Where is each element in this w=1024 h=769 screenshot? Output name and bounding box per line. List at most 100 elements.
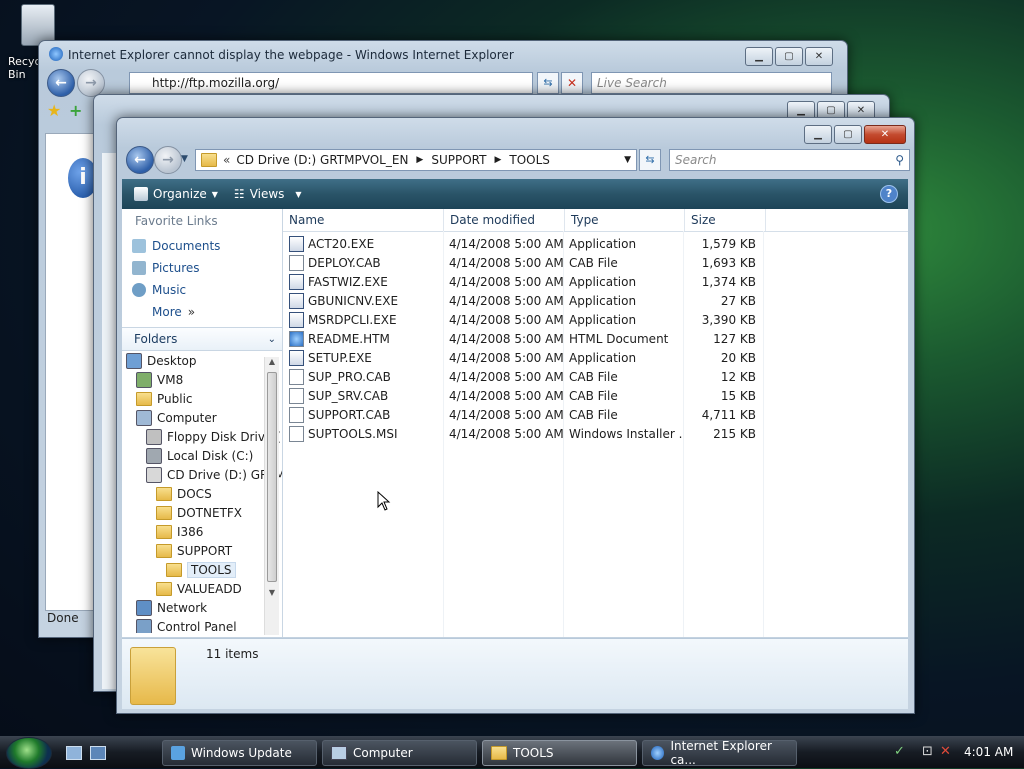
forward-button[interactable]: → bbox=[77, 69, 105, 97]
folder-icon bbox=[491, 746, 507, 760]
tree-item[interactable]: DOCS bbox=[122, 484, 282, 503]
show-desktop-icon[interactable] bbox=[66, 746, 82, 760]
taskbar-button-windows-update[interactable]: Windows Update bbox=[162, 740, 317, 766]
file-row[interactable]: SUP_PRO.CAB 4/14/2008 5:00 AM CAB File 12 K… bbox=[283, 367, 908, 386]
file-icon bbox=[289, 330, 304, 347]
file-row[interactable]: SUP_SRV.CAB 4/14/2008 5:00 AM CAB File 15 K… bbox=[283, 386, 908, 405]
forward-button[interactable]: → bbox=[154, 146, 182, 174]
explorer-window[interactable]: ▁ ▢ ✕ ← → ▼ « CD Drive (D:) GRTMPVOL_EN … bbox=[116, 117, 915, 714]
tree-item[interactable]: VM8 bbox=[122, 370, 276, 389]
favorite-link-music[interactable]: Music bbox=[122, 279, 282, 301]
floppy-icon bbox=[146, 428, 162, 445]
file-row[interactable]: DEPLOY.CAB 4/14/2008 5:00 AM CAB File 1,693… bbox=[283, 253, 908, 272]
explorer-search-placeholder: Search bbox=[675, 153, 717, 167]
tree-scrollbar[interactable]: ▲ ▼ bbox=[264, 357, 279, 635]
maximize-button[interactable]: ▢ bbox=[775, 47, 803, 66]
user-icon bbox=[136, 371, 152, 388]
ie-caption-buttons: ▁ ▢ ✕ bbox=[745, 47, 833, 66]
file-row[interactable]: README.HTM 4/14/2008 5:00 AM HTML Document… bbox=[283, 329, 908, 348]
column-header-date[interactable]: Date modified bbox=[444, 209, 565, 231]
file-date: 4/14/2008 5:00 AM bbox=[449, 369, 563, 384]
network-icon[interactable]: ⊡ bbox=[922, 744, 933, 759]
stop-icon[interactable]: ✕ bbox=[561, 72, 583, 94]
ie-address-bar[interactable]: http://ftp.mozilla.org/ bbox=[129, 72, 533, 94]
tree-item[interactable]: CD Drive (D:) GRTM bbox=[122, 465, 282, 484]
file-row[interactable]: SETUP.EXE 4/14/2008 5:00 AM Application 20 … bbox=[283, 348, 908, 367]
minimize-button[interactable]: ▁ bbox=[804, 125, 832, 144]
pictures-icon bbox=[132, 261, 146, 275]
ie-logo-icon bbox=[651, 746, 665, 760]
tree-item[interactable]: Desktop bbox=[122, 351, 266, 370]
file-cell-size: 215 KB bbox=[682, 427, 762, 441]
address-dropdown-icon[interactable]: ▼ bbox=[624, 155, 631, 165]
ie-search-input[interactable]: Live Search bbox=[591, 72, 832, 94]
back-button[interactable]: ← bbox=[47, 69, 75, 97]
taskbar-button-tools[interactable]: TOOLS bbox=[482, 740, 637, 766]
tree-item[interactable]: Floppy Disk Drive ( bbox=[122, 427, 282, 446]
tree-item[interactable]: Control Panel bbox=[122, 617, 276, 633]
breadcrumb-item[interactable]: SUPPORT bbox=[431, 153, 486, 167]
breadcrumb-item[interactable]: CD Drive (D:) GRTMPVOL_EN bbox=[236, 153, 408, 167]
refresh-icon[interactable]: ⇆ bbox=[537, 72, 559, 94]
tree-item[interactable]: I386 bbox=[122, 522, 282, 541]
breadcrumb-item[interactable]: TOOLS bbox=[509, 153, 550, 167]
breadcrumb-overflow-icon[interactable]: « bbox=[223, 153, 230, 167]
large-folder-icon bbox=[130, 647, 176, 705]
recent-pages-icon[interactable]: ▼ bbox=[181, 154, 188, 164]
views-menu[interactable]: ☷ Views ▼ bbox=[234, 187, 302, 201]
taskbar-button-internet-explorer[interactable]: Internet Explorer ca... bbox=[642, 739, 797, 767]
favorite-link-pictures[interactable]: Pictures bbox=[122, 257, 282, 279]
tree-item[interactable]: Public bbox=[122, 389, 276, 408]
file-row[interactable]: FASTWIZ.EXE 4/14/2008 5:00 AM Application 1… bbox=[283, 272, 908, 291]
folder-icon bbox=[156, 486, 172, 501]
scroll-down-icon[interactable]: ▼ bbox=[265, 588, 279, 597]
breadcrumb-separator-icon[interactable]: ▶ bbox=[416, 155, 423, 165]
network-status-icon[interactable]: ✓ bbox=[894, 744, 905, 759]
tree-item[interactable]: Local Disk (C:) bbox=[122, 446, 282, 465]
column-header-label: Size bbox=[691, 213, 716, 227]
tree-item[interactable]: DOTNETFX bbox=[122, 503, 282, 522]
explorer-address-bar[interactable]: « CD Drive (D:) GRTMPVOL_EN ▶ SUPPORT ▶ … bbox=[195, 149, 637, 171]
column-header-size[interactable]: Size bbox=[685, 209, 766, 231]
taskbar: Windows Update Computer TOOLS Internet E… bbox=[0, 736, 1024, 769]
favorites-star-icon[interactable]: ★ bbox=[47, 103, 63, 119]
column-header-name[interactable]: Name bbox=[283, 209, 444, 231]
folders-header[interactable]: Folders ⌄ bbox=[122, 327, 282, 351]
search-icon[interactable]: ⚲ bbox=[895, 153, 904, 167]
start-button[interactable] bbox=[6, 737, 52, 769]
tree-item[interactable]: SUPPORT bbox=[122, 541, 282, 560]
close-button[interactable]: ✕ bbox=[805, 47, 833, 66]
file-row[interactable]: MSRDPCLI.EXE 4/14/2008 5:00 AM Application… bbox=[283, 310, 908, 329]
help-icon[interactable]: ? bbox=[880, 185, 898, 203]
refresh-icon[interactable]: ⇆ bbox=[639, 149, 661, 171]
scroll-up-icon[interactable]: ▲ bbox=[265, 357, 279, 366]
file-name: SUPTOOLS.MSI bbox=[308, 426, 398, 441]
favorite-links-more[interactable]: More » bbox=[122, 301, 282, 323]
tree-item[interactable]: Network bbox=[122, 598, 276, 617]
clock[interactable]: 4:01 AM bbox=[964, 745, 1013, 759]
volume-muted-icon[interactable]: ✕ bbox=[940, 744, 951, 759]
taskbar-button-computer[interactable]: Computer bbox=[322, 740, 477, 766]
tree-item[interactable]: VALUEADD bbox=[122, 579, 282, 598]
favorite-link-documents[interactable]: Documents bbox=[122, 235, 282, 257]
maximize-button[interactable]: ▢ bbox=[834, 125, 862, 144]
file-row[interactable]: GBUNICNV.EXE 4/14/2008 5:00 AM Application… bbox=[283, 291, 908, 310]
column-header-label: Name bbox=[289, 213, 325, 227]
close-button[interactable]: ✕ bbox=[864, 125, 906, 144]
add-favorite-icon[interactable]: + bbox=[69, 103, 85, 119]
column-header-type[interactable]: Type bbox=[565, 209, 685, 231]
file-row[interactable]: SUPPORT.CAB 4/14/2008 5:00 AM CAB File 4,71… bbox=[283, 405, 908, 424]
tree-item[interactable]: Computer bbox=[122, 408, 276, 427]
scrollbar-thumb[interactable] bbox=[267, 372, 277, 582]
file-rows: ACT20.EXE 4/14/2008 5:00 AM Application 1,5… bbox=[283, 232, 908, 443]
minimize-button[interactable]: ▁ bbox=[745, 47, 773, 66]
explorer-search-input[interactable]: Search ⚲ bbox=[669, 149, 910, 171]
file-row[interactable]: SUPTOOLS.MSI 4/14/2008 5:00 AM Windows Ins… bbox=[283, 424, 908, 443]
file-row[interactable]: ACT20.EXE 4/14/2008 5:00 AM Application 1,5… bbox=[283, 234, 908, 253]
tree-item[interactable]: TOOLS bbox=[122, 560, 282, 579]
back-button[interactable]: ← bbox=[126, 146, 154, 174]
computer-icon bbox=[136, 409, 152, 426]
organize-menu[interactable]: Organize ▼ bbox=[134, 187, 218, 201]
breadcrumb-separator-icon[interactable]: ▶ bbox=[494, 155, 501, 165]
switch-windows-icon[interactable] bbox=[90, 746, 106, 760]
